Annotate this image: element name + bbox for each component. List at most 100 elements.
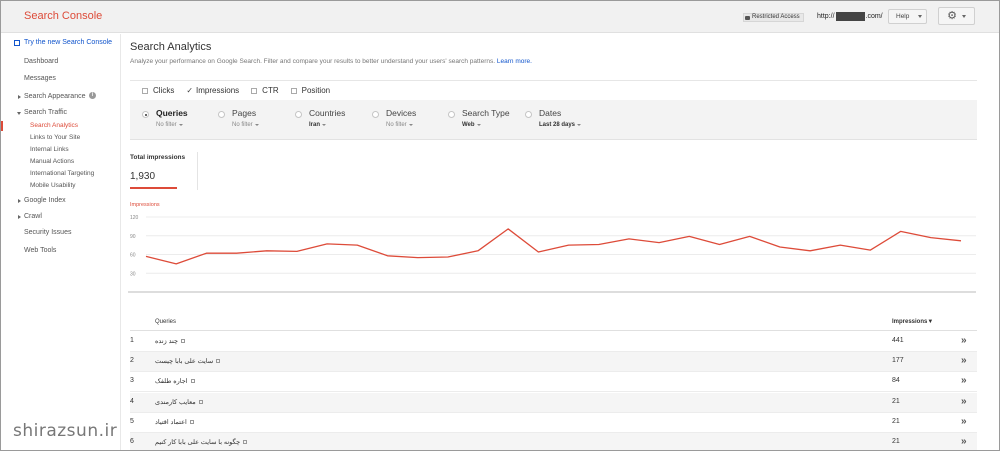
data-point[interactable] (899, 230, 902, 233)
row-details-button[interactable]: » (961, 436, 966, 447)
data-point[interactable] (416, 256, 419, 259)
sidebar-item-search-traffic[interactable]: Search Traffic (16, 109, 67, 116)
sidebar-item-search-appearance[interactable]: Search Appearance (18, 93, 86, 100)
query-cell[interactable]: اعتماد اقتیاد (155, 418, 194, 426)
data-point[interactable] (295, 250, 298, 253)
row-details-button[interactable]: » (961, 335, 966, 346)
column-header-impressions[interactable]: Impressions▼ (892, 319, 933, 325)
external-link-icon[interactable] (189, 419, 194, 424)
sidebar-item-security-issues[interactable]: Security Issues (24, 229, 71, 236)
sidebar-item-international-targeting[interactable]: International Targeting (30, 170, 94, 177)
data-point[interactable] (567, 244, 570, 247)
metric-clicks[interactable]: Clicks (142, 86, 174, 95)
sidebar-item-messages[interactable]: Messages (24, 75, 56, 82)
sidebar-item-new-search-console[interactable]: Try the new Search Console (14, 39, 112, 46)
data-point[interactable] (537, 251, 540, 254)
data-point[interactable] (386, 254, 389, 257)
data-point[interactable] (688, 235, 691, 238)
data-point[interactable] (929, 236, 932, 239)
external-link-icon[interactable] (190, 379, 195, 384)
queries-radio[interactable] (142, 111, 149, 118)
info-icon[interactable]: i (89, 92, 96, 99)
chevron-down-icon (178, 124, 183, 126)
data-point[interactable] (597, 243, 600, 246)
column-header-queries[interactable]: Queries (155, 319, 176, 325)
metric-impressions[interactable]: ✓ Impressions (186, 86, 239, 95)
row-details-button[interactable]: » (961, 355, 966, 366)
sidebar-item-web-tools[interactable]: Web Tools (24, 247, 56, 254)
data-point[interactable] (778, 246, 781, 249)
row-details-button[interactable]: » (961, 375, 966, 386)
query-cell[interactable]: اجاره طلفک (155, 377, 195, 385)
data-point[interactable] (175, 262, 178, 265)
devices-radio[interactable] (372, 111, 379, 118)
query-cell[interactable]: سایت علی بابا چیست (155, 357, 221, 365)
data-point[interactable] (356, 244, 359, 247)
metric-position[interactable]: Position (290, 86, 330, 95)
data-point[interactable] (145, 255, 148, 258)
row-details-button[interactable]: » (961, 396, 966, 407)
filter-search-type-value[interactable]: Web (462, 122, 481, 128)
data-point[interactable] (628, 237, 631, 240)
sidebar-item-dashboard[interactable]: Dashboard (24, 58, 58, 65)
query-cell[interactable]: چند زنده (155, 337, 185, 345)
data-point[interactable] (205, 252, 208, 255)
table-row[interactable]: 2 سایت علی بابا چیست 177 » (130, 352, 977, 373)
external-link-icon[interactable] (198, 399, 203, 404)
settings-button[interactable]: ⚙ (938, 7, 975, 25)
filter-dates-label: Dates (539, 108, 562, 118)
sidebar-item-search-analytics[interactable]: Search Analytics (30, 122, 78, 129)
external-link-icon[interactable] (216, 359, 221, 364)
data-point[interactable] (477, 249, 480, 252)
row-details-button[interactable]: » (961, 416, 966, 427)
metric-ctr[interactable]: CTR (251, 86, 279, 95)
sidebar-item-google-index[interactable]: Google Index (18, 197, 66, 204)
pages-radio[interactable] (218, 111, 225, 118)
table-row[interactable]: 5 اعتماد اقتیاد 21 » (130, 413, 977, 433)
table-row[interactable]: 6 چگونه با سایت علی بابا کار کنیم 21 » (130, 433, 977, 450)
app-logo[interactable]: Search Console (24, 10, 102, 22)
data-point[interactable] (265, 249, 268, 252)
help-button[interactable]: Help (888, 9, 927, 24)
check-icon[interactable]: ✓ (186, 86, 193, 95)
filter-devices-value[interactable]: No filter (386, 122, 413, 128)
data-point[interactable] (235, 252, 238, 255)
data-point[interactable] (748, 235, 751, 238)
search-type-radio[interactable] (448, 111, 455, 118)
external-link-icon[interactable] (243, 440, 248, 444)
data-point[interactable] (718, 243, 721, 246)
data-point[interactable] (446, 256, 449, 259)
site-url-selector[interactable]: http:// .com/ (817, 12, 883, 21)
table-row[interactable]: 1 چند زنده 441 » (130, 332, 977, 352)
data-point[interactable] (326, 242, 329, 245)
filter-countries-label: Countries (309, 108, 346, 118)
data-point[interactable] (839, 244, 842, 247)
sidebar-item-crawl[interactable]: Crawl (18, 213, 42, 220)
dates-radio[interactable] (525, 111, 532, 118)
sidebar-item-mobile-usability[interactable]: Mobile Usability (30, 182, 76, 189)
table-row[interactable]: 4 معایب کارمندی 21 » (130, 392, 977, 413)
learn-more-link[interactable]: Learn more. (497, 58, 532, 65)
data-point[interactable] (507, 227, 510, 230)
total-impressions-card[interactable]: Total impressions 1,930 (130, 152, 198, 190)
data-point[interactable] (869, 249, 872, 252)
sidebar-item-manual-actions[interactable]: Manual Actions (30, 158, 74, 165)
sidebar-item-internal-links[interactable]: Internal Links (30, 146, 69, 153)
filter-countries-value[interactable]: Iran (309, 122, 327, 128)
position-checkbox[interactable] (290, 87, 297, 94)
filter-pages-value[interactable]: No filter (232, 122, 259, 128)
sidebar-item-links-to-your-site[interactable]: Links to Your Site (30, 134, 80, 141)
external-link-icon[interactable] (180, 339, 185, 343)
countries-radio[interactable] (295, 111, 302, 118)
query-cell[interactable]: معایب کارمندی (155, 398, 203, 406)
data-point[interactable] (960, 239, 963, 242)
data-point[interactable] (809, 249, 812, 252)
clicks-checkbox[interactable] (142, 87, 148, 94)
impressions-chart[interactable]: 120 90 60 30 (128, 209, 978, 297)
query-cell[interactable]: چگونه با سایت علی بابا کار کنیم (155, 438, 248, 446)
data-point[interactable] (658, 241, 661, 244)
filter-dates-value[interactable]: Last 28 days (539, 122, 582, 128)
ctr-checkbox[interactable] (251, 87, 258, 94)
table-row[interactable]: 3 اجاره طلفک 84 » (130, 372, 977, 393)
filter-queries-value[interactable]: No filter (156, 122, 183, 128)
